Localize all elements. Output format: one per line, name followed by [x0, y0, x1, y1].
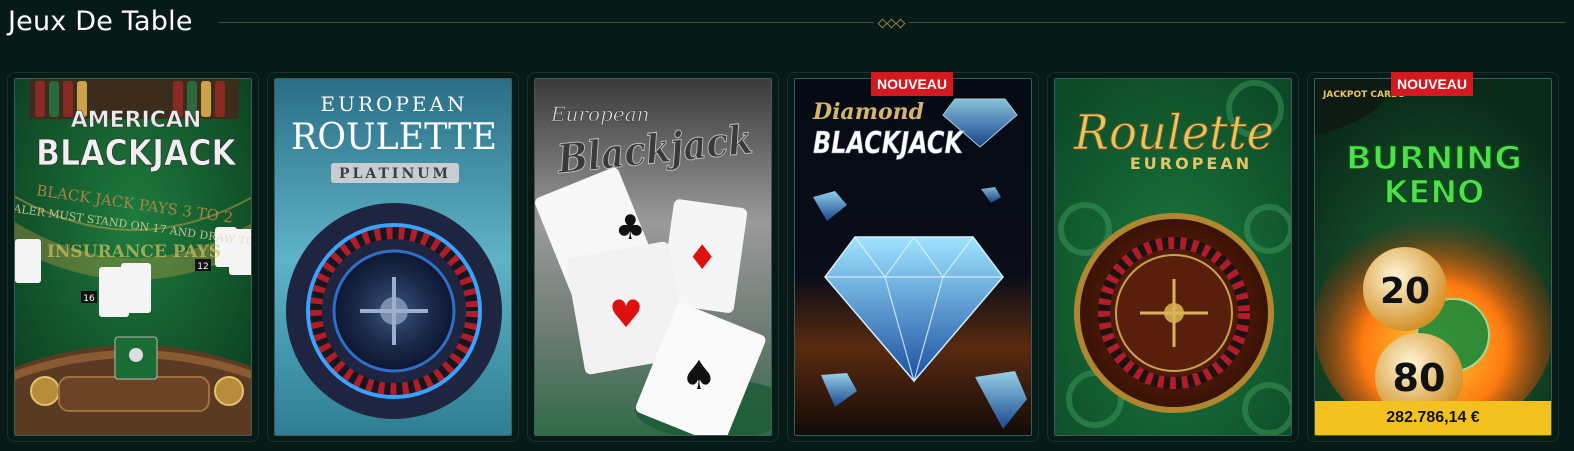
table-text3: INSURANCE PAYS	[47, 242, 221, 262]
logo-line2: ROULETTE	[291, 117, 497, 158]
game-tile-roulette-european[interactable]: Roulette EUROPEAN	[1054, 78, 1292, 436]
logo-line3: PLATINUM	[339, 166, 451, 182]
logo-line1: AMERICAN	[71, 108, 202, 133]
american-blackjack-artwork: AMERICAN BLACKJACK BLACK JACK PAYS 3 TO …	[15, 79, 251, 435]
score-left: 16	[83, 294, 95, 304]
diamond-blackjack-artwork: Diamond BLACKJACK	[795, 79, 1031, 435]
european-roulette-artwork: EUROPEAN ROULETTE PLATINUM	[275, 79, 511, 435]
roulette-european-artwork: Roulette EUROPEAN	[1055, 79, 1291, 435]
logo-line1: European	[550, 102, 650, 126]
game-grid: AMERICAN BLACKJACK BLACK JACK PAYS 3 TO …	[7, 72, 1560, 442]
game-tile-european-roulette-platinum[interactable]: EUROPEAN ROULETTE PLATINUM	[274, 78, 512, 436]
svg-text:♥: ♥	[609, 292, 643, 336]
keno-ball2: 80	[1393, 356, 1446, 400]
svg-text:♠: ♠	[681, 353, 717, 399]
game-tile-diamond-blackjack[interactable]: Diamond BLACKJACK	[794, 78, 1032, 436]
new-badge: NOUVEAU	[871, 72, 954, 96]
logo-line1: Diamond	[812, 99, 924, 125]
game-tile-european-blackjack[interactable]: ♣ ♦ ♥ ♠ European Blackjack	[534, 78, 772, 436]
game-tile-burning-keno[interactable]: 20 80 JACKPOT CARDS BURNING KENO 282.786…	[1314, 78, 1552, 436]
logo-line2: BLACKJACK	[36, 133, 237, 174]
logo-line1: EUROPEAN	[321, 92, 468, 116]
svg-text:♣: ♣	[615, 208, 645, 248]
new-badge: NOUVEAU	[1391, 72, 1474, 96]
keno-ball1: 20	[1380, 271, 1430, 312]
logo-line2: EUROPEAN	[1130, 154, 1252, 173]
game-tile-american-blackjack[interactable]: AMERICAN BLACKJACK BLACK JACK PAYS 3 TO …	[14, 78, 252, 436]
logo-line1: BURNING	[1346, 139, 1522, 177]
logo-line1: Roulette	[1073, 105, 1274, 161]
european-blackjack-artwork: ♣ ♦ ♥ ♠ European Blackjack	[535, 79, 771, 435]
burning-keno-artwork: 20 80 JACKPOT CARDS BURNING KENO	[1315, 79, 1551, 435]
svg-text:♦: ♦	[687, 238, 717, 278]
section-title: Jeux De Table	[8, 6, 193, 37]
divider-ornament	[874, 16, 908, 30]
score-right: 12	[197, 262, 208, 272]
jackpot-amount: 282.786,14 €	[1315, 401, 1551, 435]
logo-line2: BLACKJACK	[813, 126, 965, 161]
logo-line2: KENO	[1384, 173, 1485, 211]
